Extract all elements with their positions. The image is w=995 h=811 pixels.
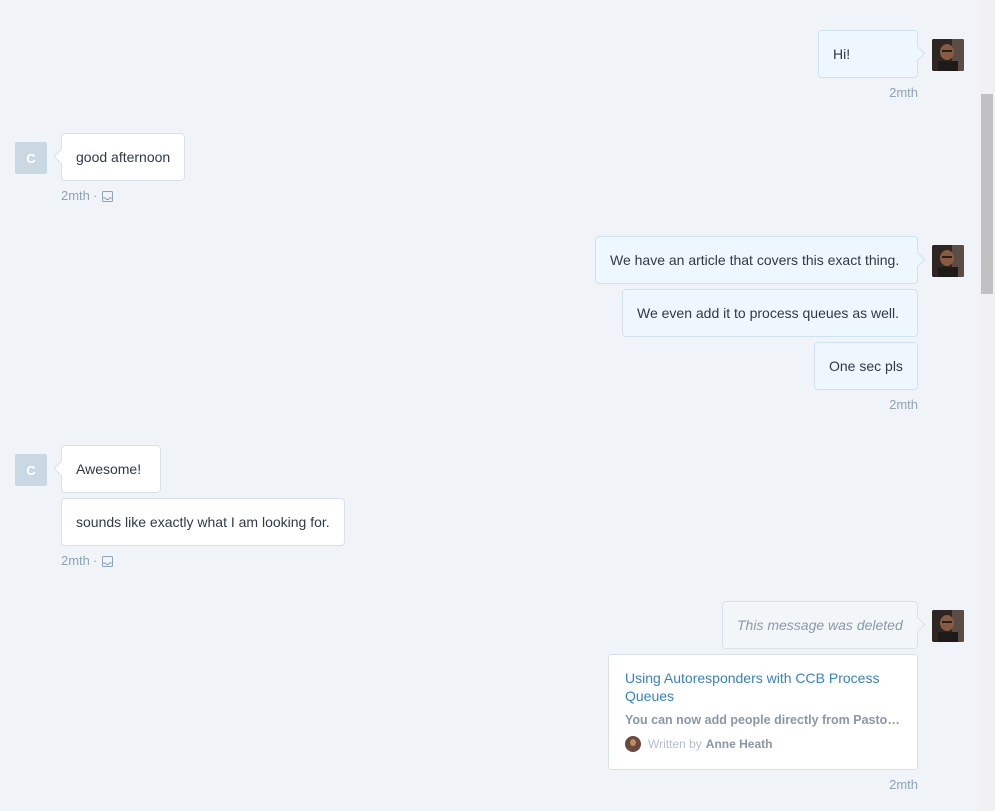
message-text: One sec pls [829, 358, 903, 374]
agent-avatar [932, 39, 964, 71]
message-text: We have an article that covers this exac… [610, 252, 900, 268]
written-by-label: Written by [648, 737, 702, 751]
message-text: Awesome! [76, 461, 142, 477]
message-text: good afternoon [76, 149, 171, 165]
message-bubble-outgoing: One sec pls [814, 342, 918, 390]
message-bubble-outgoing: We even add it to process queues as well… [622, 289, 918, 337]
message-time: 2mth [61, 553, 90, 568]
scrollbar-track[interactable] [979, 0, 995, 811]
article-title-link[interactable]: Using Autoresponders with CCB Process Qu… [625, 669, 901, 705]
customer-avatar: C [15, 454, 47, 486]
message-text: This message was deleted [737, 617, 903, 633]
message-bubble-incoming: Awesome! [61, 445, 161, 493]
article-card[interactable]: Using Autoresponders with CCB Process Qu… [608, 654, 918, 770]
article-summary: You can now add people directly from Pas… [625, 713, 901, 727]
agent-photo-avatar-icon [932, 610, 964, 642]
message-time: 2mth [889, 85, 918, 100]
author-avatar [625, 736, 641, 752]
message-text: sounds like exactly what I am looking fo… [76, 514, 330, 530]
message-meta: 2mth · [61, 553, 114, 568]
agent-avatar [932, 245, 964, 277]
deleted-message-bubble: This message was deleted [722, 601, 918, 649]
message-bubble-incoming: sounds like exactly what I am looking fo… [61, 498, 345, 546]
message-time: 2mth [61, 188, 90, 203]
author-name: Anne Heath [705, 737, 773, 751]
scrollbar-thumb[interactable] [981, 94, 993, 294]
message-meta: 2mth · [61, 188, 114, 203]
message-bubble-outgoing: Hi! [818, 30, 918, 78]
tray-icon [102, 556, 114, 568]
message-bubble-outgoing: We have an article that covers this exac… [595, 236, 918, 284]
meta-separator: · [92, 553, 98, 568]
agent-photo-avatar-icon [932, 39, 964, 71]
agent-photo-avatar-icon [932, 245, 964, 277]
meta-separator: · [92, 188, 98, 203]
message-bubble-incoming: good afternoon [61, 133, 185, 181]
article-author: Written by Anne Heath [625, 736, 901, 752]
message-time: 2mth [889, 397, 918, 412]
message-time: 2mth [889, 777, 918, 792]
agent-avatar [932, 610, 964, 642]
tray-icon [102, 191, 114, 203]
message-text: We even add it to process queues as well… [637, 305, 900, 321]
message-text: Hi! [833, 46, 851, 62]
customer-avatar: C [15, 142, 47, 174]
